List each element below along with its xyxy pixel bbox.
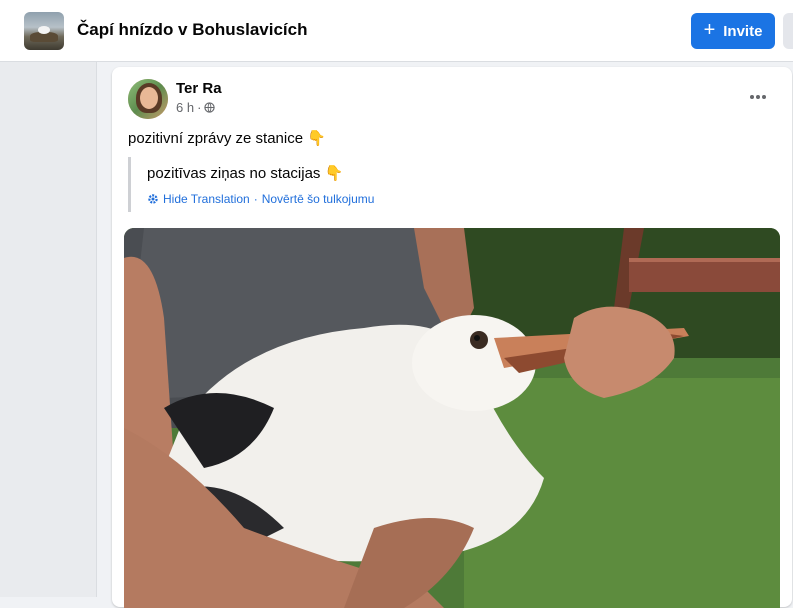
dot	[762, 95, 766, 99]
avatar[interactable]	[128, 79, 168, 119]
link-separator: ·	[253, 192, 258, 206]
invite-label: Invite	[723, 22, 763, 40]
hide-translation-link[interactable]: Hide Translation	[163, 192, 250, 206]
post-text: pozitivní zprávy ze stanice 👇	[128, 130, 326, 147]
gear-icon	[148, 194, 158, 204]
feed-post: Ter Ra 6 h · pozitivní zprávy ze stanice…	[112, 67, 792, 608]
left-rail	[0, 62, 96, 597]
globe-icon[interactable]	[204, 102, 216, 113]
translated-text: pozitīvas ziņas no stacijas 👇	[147, 165, 344, 182]
group-cover-thumbnail[interactable]	[24, 12, 64, 50]
translation-quote-bar	[128, 157, 131, 212]
group-title[interactable]: Čapí hnízdo v Bohuslavicích	[77, 20, 307, 40]
avatar-face	[140, 87, 158, 109]
post-photo[interactable]	[124, 228, 780, 608]
invite-button[interactable]: + Invite	[691, 13, 775, 49]
plus-icon: +	[703, 19, 716, 41]
author-name[interactable]: Ter Ra	[176, 80, 222, 97]
group-header: Čapí hnízdo v Bohuslavicích + Invite	[0, 0, 793, 62]
stork-photo-illustration	[124, 228, 780, 608]
rate-translation-link[interactable]: Novērtē šo tulkojumu	[262, 192, 375, 206]
post-options-button[interactable]	[742, 83, 774, 111]
dot	[756, 95, 760, 99]
post-meta: 6 h ·	[176, 100, 216, 115]
dot	[750, 95, 754, 99]
translation-controls: Hide Translation · Novērtē šo tulkojumu	[147, 192, 374, 206]
post-time[interactable]: 6 h	[176, 100, 194, 115]
bird-shape	[38, 26, 50, 34]
meta-separator: ·	[197, 100, 202, 115]
divider	[96, 62, 97, 597]
more-actions-button[interactable]	[783, 13, 793, 49]
